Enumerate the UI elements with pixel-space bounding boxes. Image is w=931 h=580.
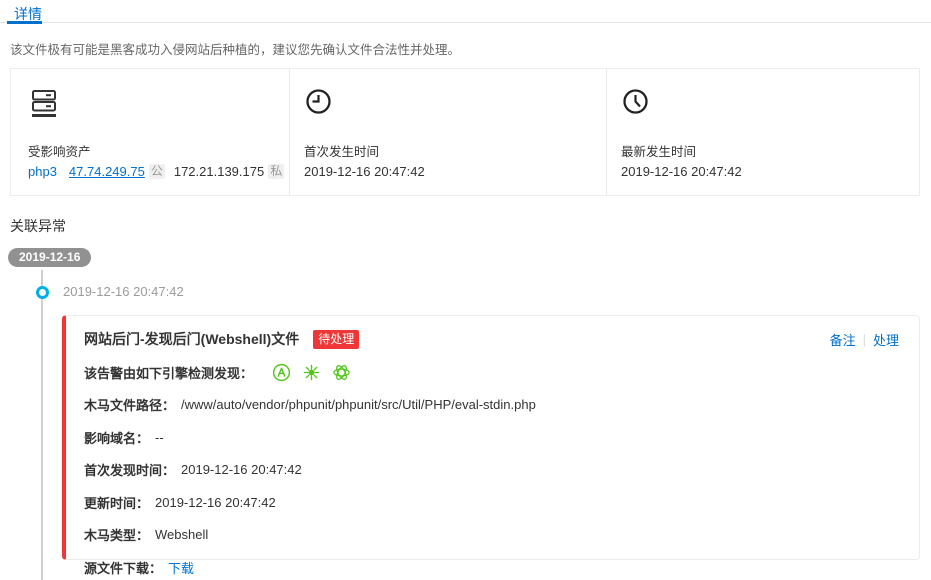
first-occurrence-label: 首次发生时间 (304, 141, 379, 160)
private-ip: 172.21.139.175 (174, 164, 264, 179)
private-ip-tag: 私 (268, 164, 284, 179)
alert-card-header: 网站后门-发现后门(Webshell)文件 待处理 备注 | 处理 (84, 329, 899, 349)
engine-icon-group (261, 363, 351, 382)
alert-description: 该文件极有可能是黑客成功入侵网站后种植的，建议您先确认文件合法性并处理。 (10, 39, 460, 58)
latest-occurrence-time: 2019-12-16 20:47:42 (621, 164, 742, 179)
note-button[interactable]: 备注 (830, 330, 856, 349)
timeline-dot (36, 286, 49, 299)
first-found-time-value: 2019-12-16 20:47:42 (181, 462, 302, 477)
public-ip-link[interactable]: 47.74.249.75 (69, 164, 145, 179)
source-download-row: 源文件下载： 下载 (84, 558, 899, 577)
affected-asset-value: php3 47.74.249.75 公 172.21.139.175 私 (28, 164, 284, 179)
update-time-value: 2019-12-16 20:47:42 (155, 495, 276, 510)
summary-cards: 受影响资产 php3 47.74.249.75 公 172.21.139.175… (10, 68, 920, 196)
trojan-path-row: 木马文件路径： /www/auto/vendor/phpunit/phpunit… (84, 395, 899, 414)
update-time-label: 更新时间： (84, 493, 149, 512)
clock-icon (621, 87, 650, 121)
timeline-line (41, 270, 43, 580)
related-anomalies-title: 关联异常 (10, 216, 66, 236)
source-download-label: 源文件下载： (84, 558, 162, 577)
tab-active-underline (7, 21, 42, 24)
timeline-date-badge: 2019-12-16 (8, 248, 91, 267)
public-ip-tag: 公 (149, 164, 165, 179)
engine-av-circle-a-icon (272, 363, 291, 382)
webshell-alert-card: 网站后门-发现后门(Webshell)文件 待处理 备注 | 处理 该告警由如下… (62, 315, 920, 560)
action-separator: | (863, 332, 866, 347)
trojan-type-row: 木马类型： Webshell (84, 525, 899, 544)
status-badge-pending: 待处理 (313, 330, 359, 349)
trojan-type-value: Webshell (155, 527, 208, 542)
asset-name-link[interactable]: php3 (28, 164, 57, 179)
engine-spider-icon (302, 363, 321, 382)
alert-detail-page: 详情 该文件极有可能是黑客成功入侵网站后种植的，建议您先确认文件合法性并处理。 … (0, 0, 931, 580)
alert-actions: 备注 | 处理 (830, 330, 899, 349)
engine-atom-icon (332, 363, 351, 382)
affected-domain-label: 影响域名： (84, 428, 149, 447)
clock-icon (304, 87, 333, 121)
affected-domain-value: -- (155, 430, 164, 445)
affected-asset-label: 受影响资产 (28, 141, 91, 160)
download-link[interactable]: 下载 (168, 558, 194, 577)
timeline-event-time: 2019-12-16 20:47:42 (63, 284, 184, 299)
trojan-path-value: /www/auto/vendor/phpunit/phpunit/src/Uti… (181, 397, 536, 412)
trojan-path-label: 木马文件路径： (84, 395, 175, 414)
handle-button[interactable]: 处理 (873, 330, 899, 349)
alert-title: 网站后门-发现后门(Webshell)文件 (84, 329, 299, 349)
trojan-type-label: 木马类型： (84, 525, 149, 544)
detection-engines-row: 该告警由如下引擎检测发现： (84, 363, 899, 382)
tabbar-divider (0, 22, 931, 23)
engine-label: 该告警由如下引擎检测发现： (84, 363, 253, 382)
card-divider (606, 69, 607, 195)
update-time-row: 更新时间： 2019-12-16 20:47:42 (84, 493, 899, 512)
server-icon (28, 87, 60, 126)
latest-occurrence-label: 最新发生时间 (621, 141, 696, 160)
first-found-time-label: 首次发现时间： (84, 460, 175, 479)
first-found-time-row: 首次发现时间： 2019-12-16 20:47:42 (84, 460, 899, 479)
affected-domain-row: 影响域名： -- (84, 428, 899, 447)
card-divider (289, 69, 290, 195)
first-occurrence-time: 2019-12-16 20:47:42 (304, 164, 425, 179)
